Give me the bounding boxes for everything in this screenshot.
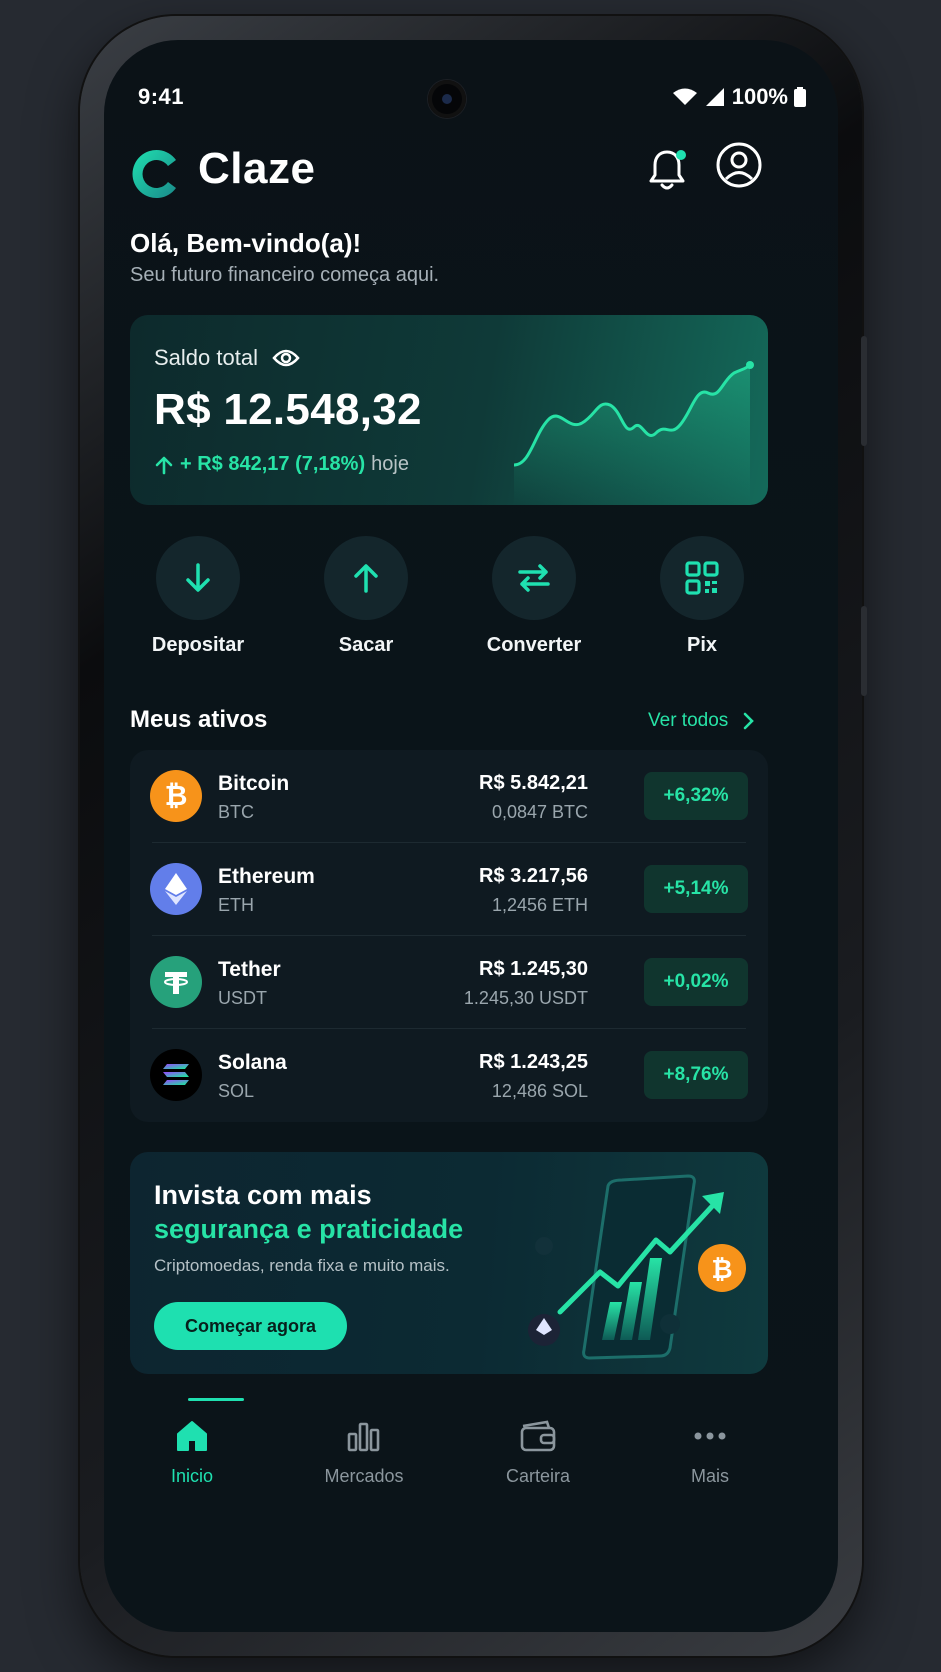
promo-subtitle: Criptomoedas, renda fixa e muito mais. <box>154 1256 450 1275</box>
deposit-label: Depositar <box>151 634 245 656</box>
nav-wallet-label: Carteira <box>505 1466 571 1486</box>
status-indicators: 100% <box>672 84 806 110</box>
balance-label: Saldo total <box>154 345 258 370</box>
asset-quantity: 12,486 SOL <box>491 1081 588 1101</box>
app-screen: 9:41 100% Claze Olá, Bem-vindo(a)! Seu f… <box>104 40 838 1632</box>
balance-sparkline <box>513 361 754 505</box>
battery-icon <box>794 87 806 107</box>
tether-icon <box>150 956 202 1008</box>
bar-chart-icon <box>347 1422 380 1452</box>
balance-change-period: hoje <box>371 453 409 475</box>
asset-quantity: 1.245,30 USDT <box>463 988 588 1008</box>
phone-frame: 9:41 100% Claze Olá, Bem-vindo(a)! Seu f… <box>80 16 867 1656</box>
arrow-down-icon <box>186 563 210 592</box>
asset-value: R$ 5.842,21 <box>479 772 588 794</box>
asset-value: R$ 3.217,56 <box>479 865 588 887</box>
signal-icon <box>705 88 724 106</box>
asset-quantity: 1,2456 ETH <box>491 895 588 915</box>
asset-row-solana[interactable]: Solana SOL R$ 1.243,25 12,486 SOL +8,76% <box>130 1029 768 1122</box>
chevron-right-icon <box>743 712 755 730</box>
phone-growth-illustration: ₿ <box>528 1174 746 1360</box>
nav-wallet[interactable]: Carteira <box>468 1416 608 1487</box>
see-all-link[interactable]: Ver todos <box>648 710 755 732</box>
nav-home[interactable]: Inicio <box>122 1416 262 1487</box>
asset-ticker: USDT <box>218 988 267 1008</box>
wallet-icon <box>520 1420 556 1452</box>
more-icon <box>694 1432 726 1440</box>
ethereum-icon <box>150 863 202 915</box>
balance-change-amount: + R$ 842,17 (7,18%) <box>180 453 366 475</box>
asset-value: R$ 1.245,30 <box>479 958 588 980</box>
assets-list: ₿ Bitcoin BTC R$ 5.842,21 0,0847 BTC +6,… <box>130 750 768 1122</box>
asset-row-ethereum[interactable]: Ethereum ETH R$ 3.217,56 1,2456 ETH +5,1… <box>130 843 768 936</box>
asset-change-badge: +5,14% <box>644 865 748 913</box>
asset-ticker: SOL <box>218 1081 255 1101</box>
nav-more-label: Mais <box>690 1466 729 1486</box>
front-camera <box>428 80 466 118</box>
swap-icon <box>518 564 550 592</box>
assets-section-title: Meus ativos <box>130 706 268 733</box>
convert-label: Converter <box>486 634 582 656</box>
asset-change-badge: +6,32% <box>644 772 748 820</box>
balance-value: R$ 12.548,32 <box>154 385 422 434</box>
bitcoin-icon: ₿ <box>150 770 202 822</box>
withdraw-circle[interactable] <box>324 536 408 620</box>
deposit-button[interactable]: Depositar <box>128 536 268 657</box>
app-name: Claze <box>198 144 316 193</box>
asset-change-badge: +8,76% <box>644 1051 748 1099</box>
asset-name: Solana <box>218 1051 287 1074</box>
asset-ticker: ETH <box>218 895 254 915</box>
balance-label-row: Saldo total <box>154 345 300 371</box>
pix-label: Pix <box>686 634 718 656</box>
asset-quantity: 0,0847 BTC <box>491 802 588 822</box>
withdraw-label: Sacar <box>338 634 394 656</box>
pix-button[interactable]: Pix <box>632 536 772 657</box>
nav-home-label: Inicio <box>170 1466 214 1486</box>
see-all-label: Ver todos <box>648 710 729 731</box>
arrow-up-small-icon <box>155 456 173 474</box>
withdraw-button[interactable]: Sacar <box>296 536 436 657</box>
balance-change: + R$ 842,17 (7,18%) hoje <box>154 453 409 476</box>
svg-text:₿: ₿ <box>711 1254 732 1284</box>
asset-row-tether[interactable]: Tether USDT R$ 1.245,30 1.245,30 USDT +0… <box>130 936 768 1029</box>
balance-card: Saldo total R$ 12.548,32 + R$ 842,17 (7,… <box>130 315 768 505</box>
nav-markets[interactable]: Mercados <box>294 1416 434 1487</box>
deposit-circle[interactable] <box>156 536 240 620</box>
greeting-title: Olá, Bem-vindo(a)! <box>130 228 362 258</box>
convert-button[interactable]: Converter <box>464 536 604 657</box>
status-time: 9:41 <box>138 84 185 109</box>
notification-dot <box>676 150 686 160</box>
solana-icon <box>150 1049 202 1101</box>
battery-percent: 100% <box>731 84 788 109</box>
home-icon <box>177 1421 207 1451</box>
promo-banner: Invista com mais segurança e praticidade… <box>130 1152 768 1374</box>
asset-ticker: BTC <box>218 802 254 822</box>
asset-name: Bitcoin <box>218 772 290 795</box>
start-now-button[interactable]: Começar agora <box>154 1302 347 1350</box>
eye-icon[interactable] <box>272 348 300 368</box>
promo-title-line1: Invista com mais <box>154 1180 372 1210</box>
pix-circle[interactable] <box>660 536 744 620</box>
asset-change-badge: +0,02% <box>644 958 748 1006</box>
nav-markets-label: Mercados <box>324 1466 404 1486</box>
claze-logo-icon <box>132 150 176 198</box>
asset-name: Ethereum <box>218 865 315 888</box>
asset-value: R$ 1.243,25 <box>479 1051 588 1073</box>
promo-title-line2: segurança e praticidade <box>154 1214 464 1244</box>
asset-name: Tether <box>218 958 281 981</box>
arrow-up-icon <box>354 564 378 593</box>
asset-row-bitcoin[interactable]: ₿ Bitcoin BTC R$ 5.842,21 0,0847 BTC +6,… <box>130 750 768 843</box>
convert-circle[interactable] <box>492 536 576 620</box>
greeting-subtitle: Seu futuro financeiro começa aqui. <box>130 264 440 286</box>
qr-code-icon <box>685 561 719 595</box>
user-profile-icon[interactable] <box>716 142 762 188</box>
active-tab-indicator <box>188 1398 244 1401</box>
wifi-icon <box>672 88 697 105</box>
nav-more[interactable]: Mais <box>640 1416 780 1487</box>
